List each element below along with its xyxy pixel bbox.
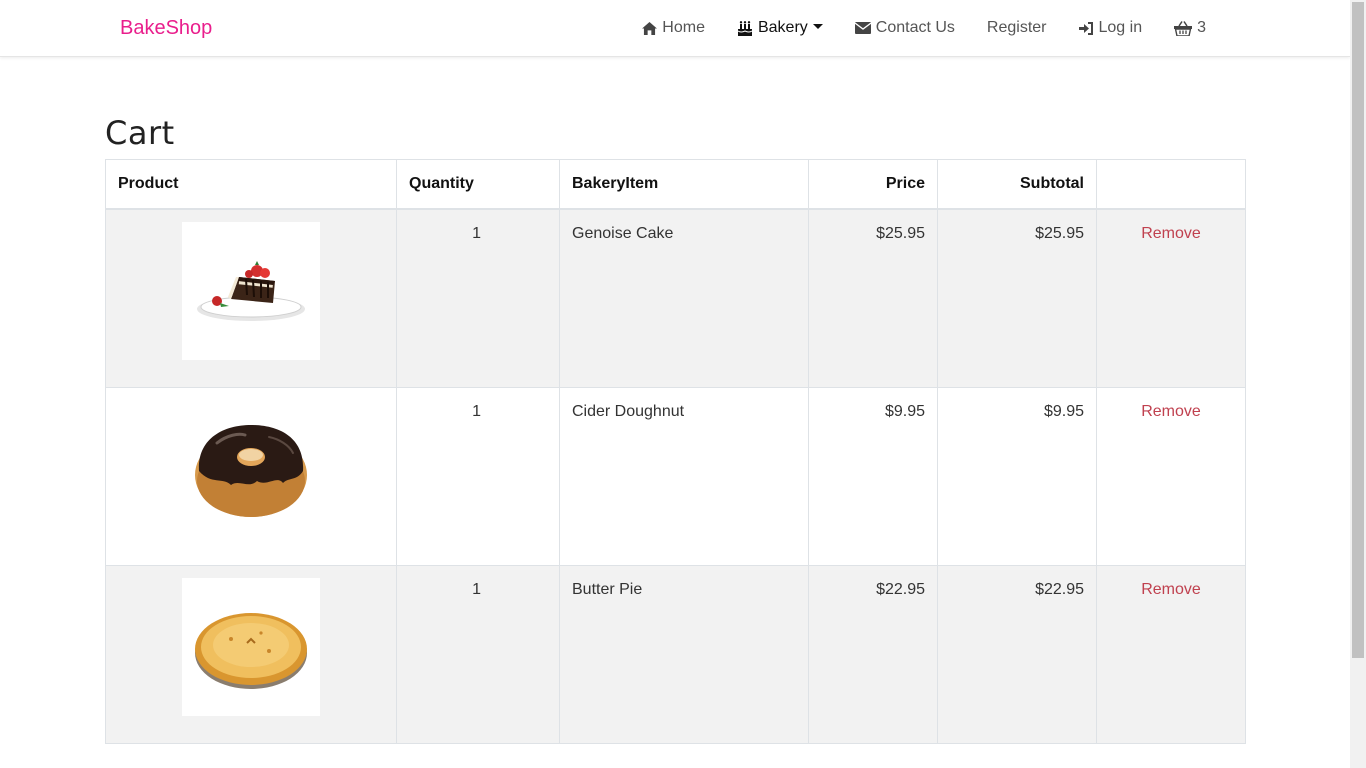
product-image-cell [105,387,397,566]
nav-bakery-dropdown[interactable]: Bakery [737,19,823,37]
action-cell: Remove [1096,387,1246,566]
top-navbar: BakeShop Home Bakery Contact Us Register… [0,0,1350,57]
product-image-cell [105,208,397,388]
pie-image [195,613,307,689]
nav-login-label: Log in [1098,19,1143,36]
chocolate-doughnut-image [195,425,307,517]
product-image-cell [105,565,397,744]
remove-button[interactable]: Remove [1141,581,1201,598]
quantity-cell: 1 [396,565,560,744]
header-quantity: Quantity [396,159,560,210]
sign-in-icon [1078,21,1093,35]
header-actions [1096,159,1246,210]
birthday-cake-icon [737,20,753,36]
brand-logo[interactable]: BakeShop [120,17,212,40]
nav-register[interactable]: Register [987,19,1047,37]
item-name-cell: Butter Pie [559,565,809,744]
nav-home[interactable]: Home [642,19,705,37]
table-row: 1 Genoise Cake $25.95 $25.95 Remove [105,208,1246,388]
nav-bakery-label: Bakery [757,19,808,36]
nav-login[interactable]: Log in [1078,19,1143,37]
cart-table: Product Quantity BakeryItem Price Subtot… [105,159,1246,744]
nav-home-label: Home [662,19,705,36]
remove-button[interactable]: Remove [1141,225,1201,242]
shopping-basket-icon [1174,20,1193,36]
header-price: Price [808,159,938,210]
main-nav: Home Bakery Contact Us Register Log in 3 [610,0,1206,56]
price-cell: $25.95 [808,208,938,388]
nav-contact-label: Contact Us [875,19,955,36]
nav-cart[interactable]: 3 [1174,19,1206,37]
product-thumbnail[interactable] [182,400,320,538]
chevron-down-icon [812,23,823,29]
subtotal-cell: $25.95 [937,208,1097,388]
subtotal-cell: $22.95 [937,565,1097,744]
quantity-cell: 1 [396,387,560,566]
product-thumbnail[interactable] [182,222,320,360]
envelope-icon [854,22,871,34]
nav-contact[interactable]: Contact Us [854,19,955,37]
page-title: Cart [105,114,175,152]
header-product: Product [105,159,397,210]
remove-button[interactable]: Remove [1141,403,1201,420]
action-cell: Remove [1096,565,1246,744]
item-name-cell: Genoise Cake [559,208,809,388]
subtotal-cell: $9.95 [937,387,1097,566]
quantity-cell: 1 [396,208,560,388]
price-cell: $22.95 [808,565,938,744]
product-thumbnail[interactable] [182,578,320,716]
action-cell: Remove [1096,208,1246,388]
cake-slice-image [197,261,305,321]
nav-register-label: Register [986,19,1047,36]
header-bakery-item: BakeryItem [559,159,809,210]
item-name-cell: Cider Doughnut [559,387,809,566]
table-header-row: Product Quantity BakeryItem Price Subtot… [105,159,1246,210]
price-cell: $9.95 [808,387,938,566]
page-scrollbar[interactable] [1350,0,1366,768]
table-row: 1 Cider Doughnut $9.95 $9.95 Remove [105,387,1246,566]
table-row: 1 Butter Pie $22.95 $22.95 Remove [105,565,1246,744]
header-subtotal: Subtotal [937,159,1097,210]
home-icon [642,21,658,35]
cart-count-badge: 3 [1197,19,1206,36]
scrollbar-thumb[interactable] [1352,2,1364,658]
